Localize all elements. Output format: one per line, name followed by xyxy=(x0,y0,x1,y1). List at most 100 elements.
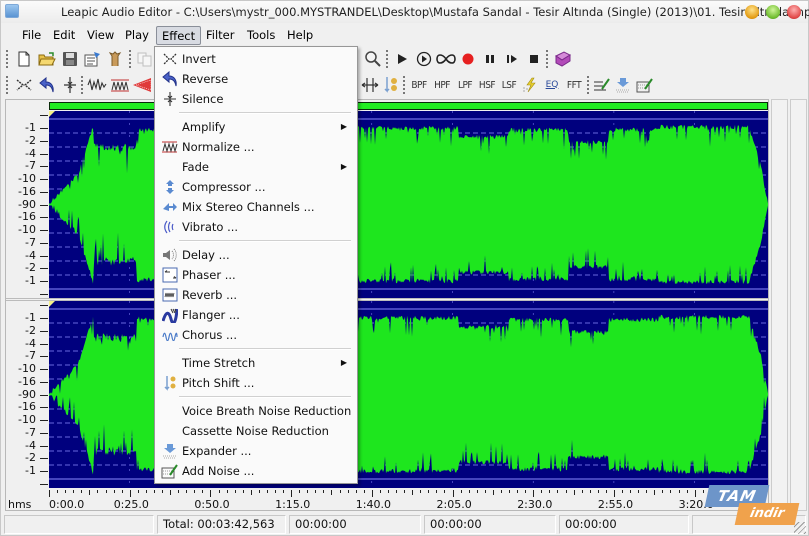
vertical-zoom-bar[interactable] xyxy=(771,99,788,511)
title-bar[interactable]: Leapic Audio Editor - C:\Users\mystr_000… xyxy=(1,1,809,23)
resize-grip[interactable] xyxy=(794,522,806,534)
loop-button[interactable] xyxy=(436,49,456,69)
noise-gate-button[interactable] xyxy=(520,75,540,95)
db-axis-label: -7 xyxy=(25,349,36,362)
help-book-button[interactable] xyxy=(552,49,572,69)
menu-help[interactable]: Help xyxy=(282,26,318,45)
menu-item-add-noise[interactable]: Add Noise ... xyxy=(157,461,355,481)
menu-item-expander[interactable]: Expander ... xyxy=(157,441,355,461)
ruler-minor-tick xyxy=(242,490,244,493)
menu-item-time-stretch[interactable]: Time Stretch ▶ xyxy=(157,353,355,373)
menu-separator xyxy=(179,396,351,398)
amplify-wave-icon xyxy=(87,78,107,91)
toolbar-grip[interactable] xyxy=(81,76,83,94)
bpf-button[interactable]: BPF xyxy=(408,75,430,95)
zoom-button[interactable] xyxy=(363,49,383,69)
hpf-button[interactable]: HPF xyxy=(431,75,453,95)
menu-file[interactable]: File xyxy=(17,26,46,45)
toolbar-grip[interactable] xyxy=(6,50,8,68)
toolbar-grip[interactable] xyxy=(546,50,548,68)
stretch-button[interactable] xyxy=(360,75,380,95)
minimize-button[interactable] xyxy=(745,5,759,19)
fade-button[interactable] xyxy=(132,75,152,95)
properties-button[interactable] xyxy=(83,49,103,69)
menu-item-reverb[interactable]: Reverb ... xyxy=(157,285,355,305)
menu-item-phaser[interactable]: Phaser ... xyxy=(157,265,355,285)
silence-button[interactable] xyxy=(60,75,80,95)
ruler-minor-tick xyxy=(307,490,309,493)
menu-view[interactable]: View xyxy=(82,26,119,45)
lpf-button[interactable]: LPF xyxy=(454,75,476,95)
time-ruler[interactable]: 0:00.0 0:25.0 0:50.0 1:15.0 1:40.0 2:05.0 2:30… xyxy=(49,490,768,511)
menu-item-amplify[interactable]: Amplify ▶ xyxy=(157,117,355,137)
menu-tools[interactable]: Tools xyxy=(242,26,280,45)
menu-item-flanger[interactable]: Flanger ... xyxy=(157,305,355,325)
toolbar-grip[interactable] xyxy=(403,76,405,94)
axis-tick xyxy=(40,433,48,434)
menu-effect[interactable]: Effect xyxy=(156,26,202,45)
menu-item-fade[interactable]: Fade ▶ xyxy=(157,157,355,177)
fft-button[interactable]: FFT xyxy=(563,75,585,95)
expander-icon xyxy=(616,78,630,93)
ruler-minor-tick xyxy=(89,490,91,495)
open-button[interactable] xyxy=(37,49,57,69)
copy-button[interactable] xyxy=(135,49,155,69)
toolbar-grip[interactable] xyxy=(386,50,388,68)
menu-item-pitch-shift[interactable]: Pitch Shift ... xyxy=(157,373,355,393)
menu-filter[interactable]: Filter xyxy=(201,26,239,45)
maximize-button[interactable] xyxy=(766,5,780,19)
ruler-major-tick xyxy=(452,490,454,497)
submenu-arrow-icon: ▶ xyxy=(340,162,347,171)
menu-item-vibrato[interactable]: Vibrato ... xyxy=(157,217,355,237)
hsf-button[interactable]: HSF xyxy=(476,75,498,95)
normalize-button[interactable] xyxy=(110,75,130,95)
lsf-button[interactable]: LSF xyxy=(498,75,520,95)
menu-item-chorus[interactable]: Chorus ... xyxy=(157,325,355,345)
toolbar-grip[interactable] xyxy=(587,76,589,94)
ruler-time-label: 1:40.0 xyxy=(355,498,391,511)
record-icon xyxy=(462,53,474,65)
status-cell-message xyxy=(4,515,154,534)
menu-item-delay[interactable]: Delay ... xyxy=(157,245,355,265)
step-forward-button[interactable] xyxy=(502,49,522,69)
close-button[interactable] xyxy=(787,5,801,19)
add-noise-button[interactable] xyxy=(635,75,655,95)
record-button[interactable] xyxy=(458,49,478,69)
menu-item-compressor[interactable]: Compressor ... xyxy=(157,177,355,197)
eq-button[interactable]: EQ xyxy=(542,75,562,95)
toolbar-grip[interactable] xyxy=(129,50,131,68)
menu-item-voice-breath-noise-reduction[interactable]: Voice Breath Noise Reduction xyxy=(157,401,355,421)
reverse-button[interactable] xyxy=(37,75,57,95)
tools-button[interactable] xyxy=(106,49,126,69)
menu-item-reverse[interactable]: Reverse xyxy=(157,69,355,89)
amplify-button[interactable] xyxy=(87,75,107,95)
invert-button[interactable] xyxy=(14,75,34,95)
menu-item-mix-stereo-channels[interactable]: Mix Stereo Channels ... xyxy=(157,197,355,217)
ruler-minor-tick xyxy=(315,490,317,493)
menu-item-normalize[interactable]: Normalize ... xyxy=(157,137,355,157)
save-button[interactable] xyxy=(60,49,80,69)
vertical-scroll-bar[interactable] xyxy=(790,99,807,511)
menu-item-cassette-noise-reduction[interactable]: Cassette Noise Reduction xyxy=(157,421,355,441)
menu-item-invert[interactable]: Invert xyxy=(157,49,355,69)
play-selection-button[interactable] xyxy=(414,49,434,69)
lightning-icon xyxy=(523,77,536,93)
ruler-minor-tick xyxy=(517,490,519,493)
pitch-shift-button[interactable] xyxy=(381,75,401,95)
stop-button[interactable] xyxy=(524,49,544,69)
mix-channels-icon xyxy=(161,199,178,215)
ruler-minor-tick xyxy=(589,490,591,493)
play-button[interactable] xyxy=(392,49,412,69)
menu-play[interactable]: Play xyxy=(120,26,154,45)
toolbar-grip[interactable] xyxy=(6,76,8,94)
menu-item-label: Compressor ... xyxy=(182,180,266,194)
menu-item-silence[interactable]: Silence xyxy=(157,89,355,109)
new-file-button[interactable] xyxy=(14,49,34,69)
expander-button[interactable] xyxy=(613,75,633,95)
pause-button[interactable] xyxy=(480,49,500,69)
db-axis-label: -7 xyxy=(25,426,36,439)
menu-edit[interactable]: Edit xyxy=(48,26,80,45)
ruler-minor-tick xyxy=(597,490,599,493)
reverb-icon xyxy=(161,287,178,303)
time-stretch-button[interactable] xyxy=(592,75,612,95)
